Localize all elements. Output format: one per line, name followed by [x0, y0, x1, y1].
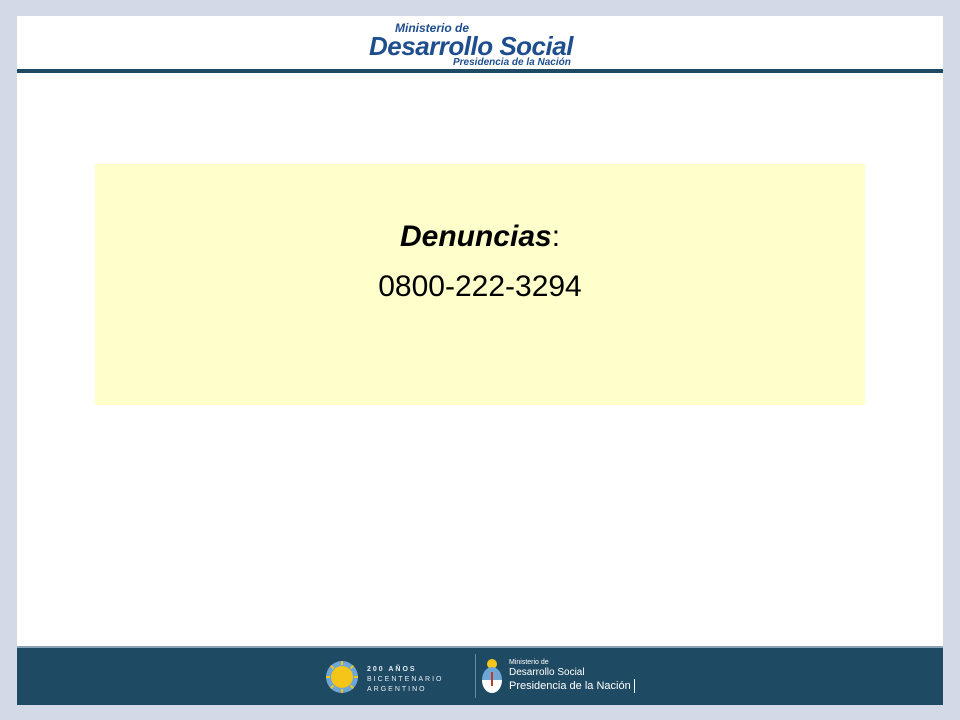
bicentenario-line-3: ARGENTINO	[367, 686, 427, 693]
bicentenario-text: 200 AÑOS BICENTENARIO ARGENTINO	[367, 665, 444, 695]
bicentenario-logo: 200 AÑOS BICENTENARIO ARGENTINO	[325, 656, 475, 698]
phone-number: 0800-222-3294	[378, 270, 582, 303]
logo-line-3: Presidencia de la Nación	[453, 57, 571, 68]
denuncias-label-suffix: :	[551, 220, 561, 253]
header-divider	[17, 69, 943, 73]
header: Ministerio de Desarrollo Social Presiden…	[17, 16, 943, 74]
bicentenario-line-2: BICENTENARIO	[367, 676, 444, 683]
denuncias-label: Denuncias:	[95, 220, 865, 254]
sun-icon	[326, 661, 358, 693]
denuncias-label-text: Denuncias	[399, 220, 552, 253]
ministerio-footer-line-1: Ministerio de	[509, 659, 549, 666]
ministerio-footer-line-3: Presidencia de la Nación	[509, 679, 635, 693]
bicentenario-line-1: 200 AÑOS	[367, 666, 417, 673]
footer-bar: 200 AÑOS BICENTENARIO ARGENTINO Minister…	[17, 646, 943, 705]
coat-of-arms-icon	[482, 659, 502, 693]
ministerio-logo: Ministerio de Desarrollo Social Presiden…	[369, 21, 609, 68]
ministerio-footer-logo: Ministerio de Desarrollo Social Presiden…	[479, 656, 639, 698]
slide: Ministerio de Desarrollo Social Presiden…	[17, 16, 943, 705]
ministerio-footer-line-2: Desarrollo Social	[509, 667, 585, 678]
footer-top-rule	[17, 646, 943, 648]
highlight-box: Denuncias: 0800-222-3294	[95, 164, 865, 405]
footer-divider	[475, 654, 476, 698]
ministerio-footer-text: Ministerio de Desarrollo Social Presiden…	[509, 658, 635, 693]
